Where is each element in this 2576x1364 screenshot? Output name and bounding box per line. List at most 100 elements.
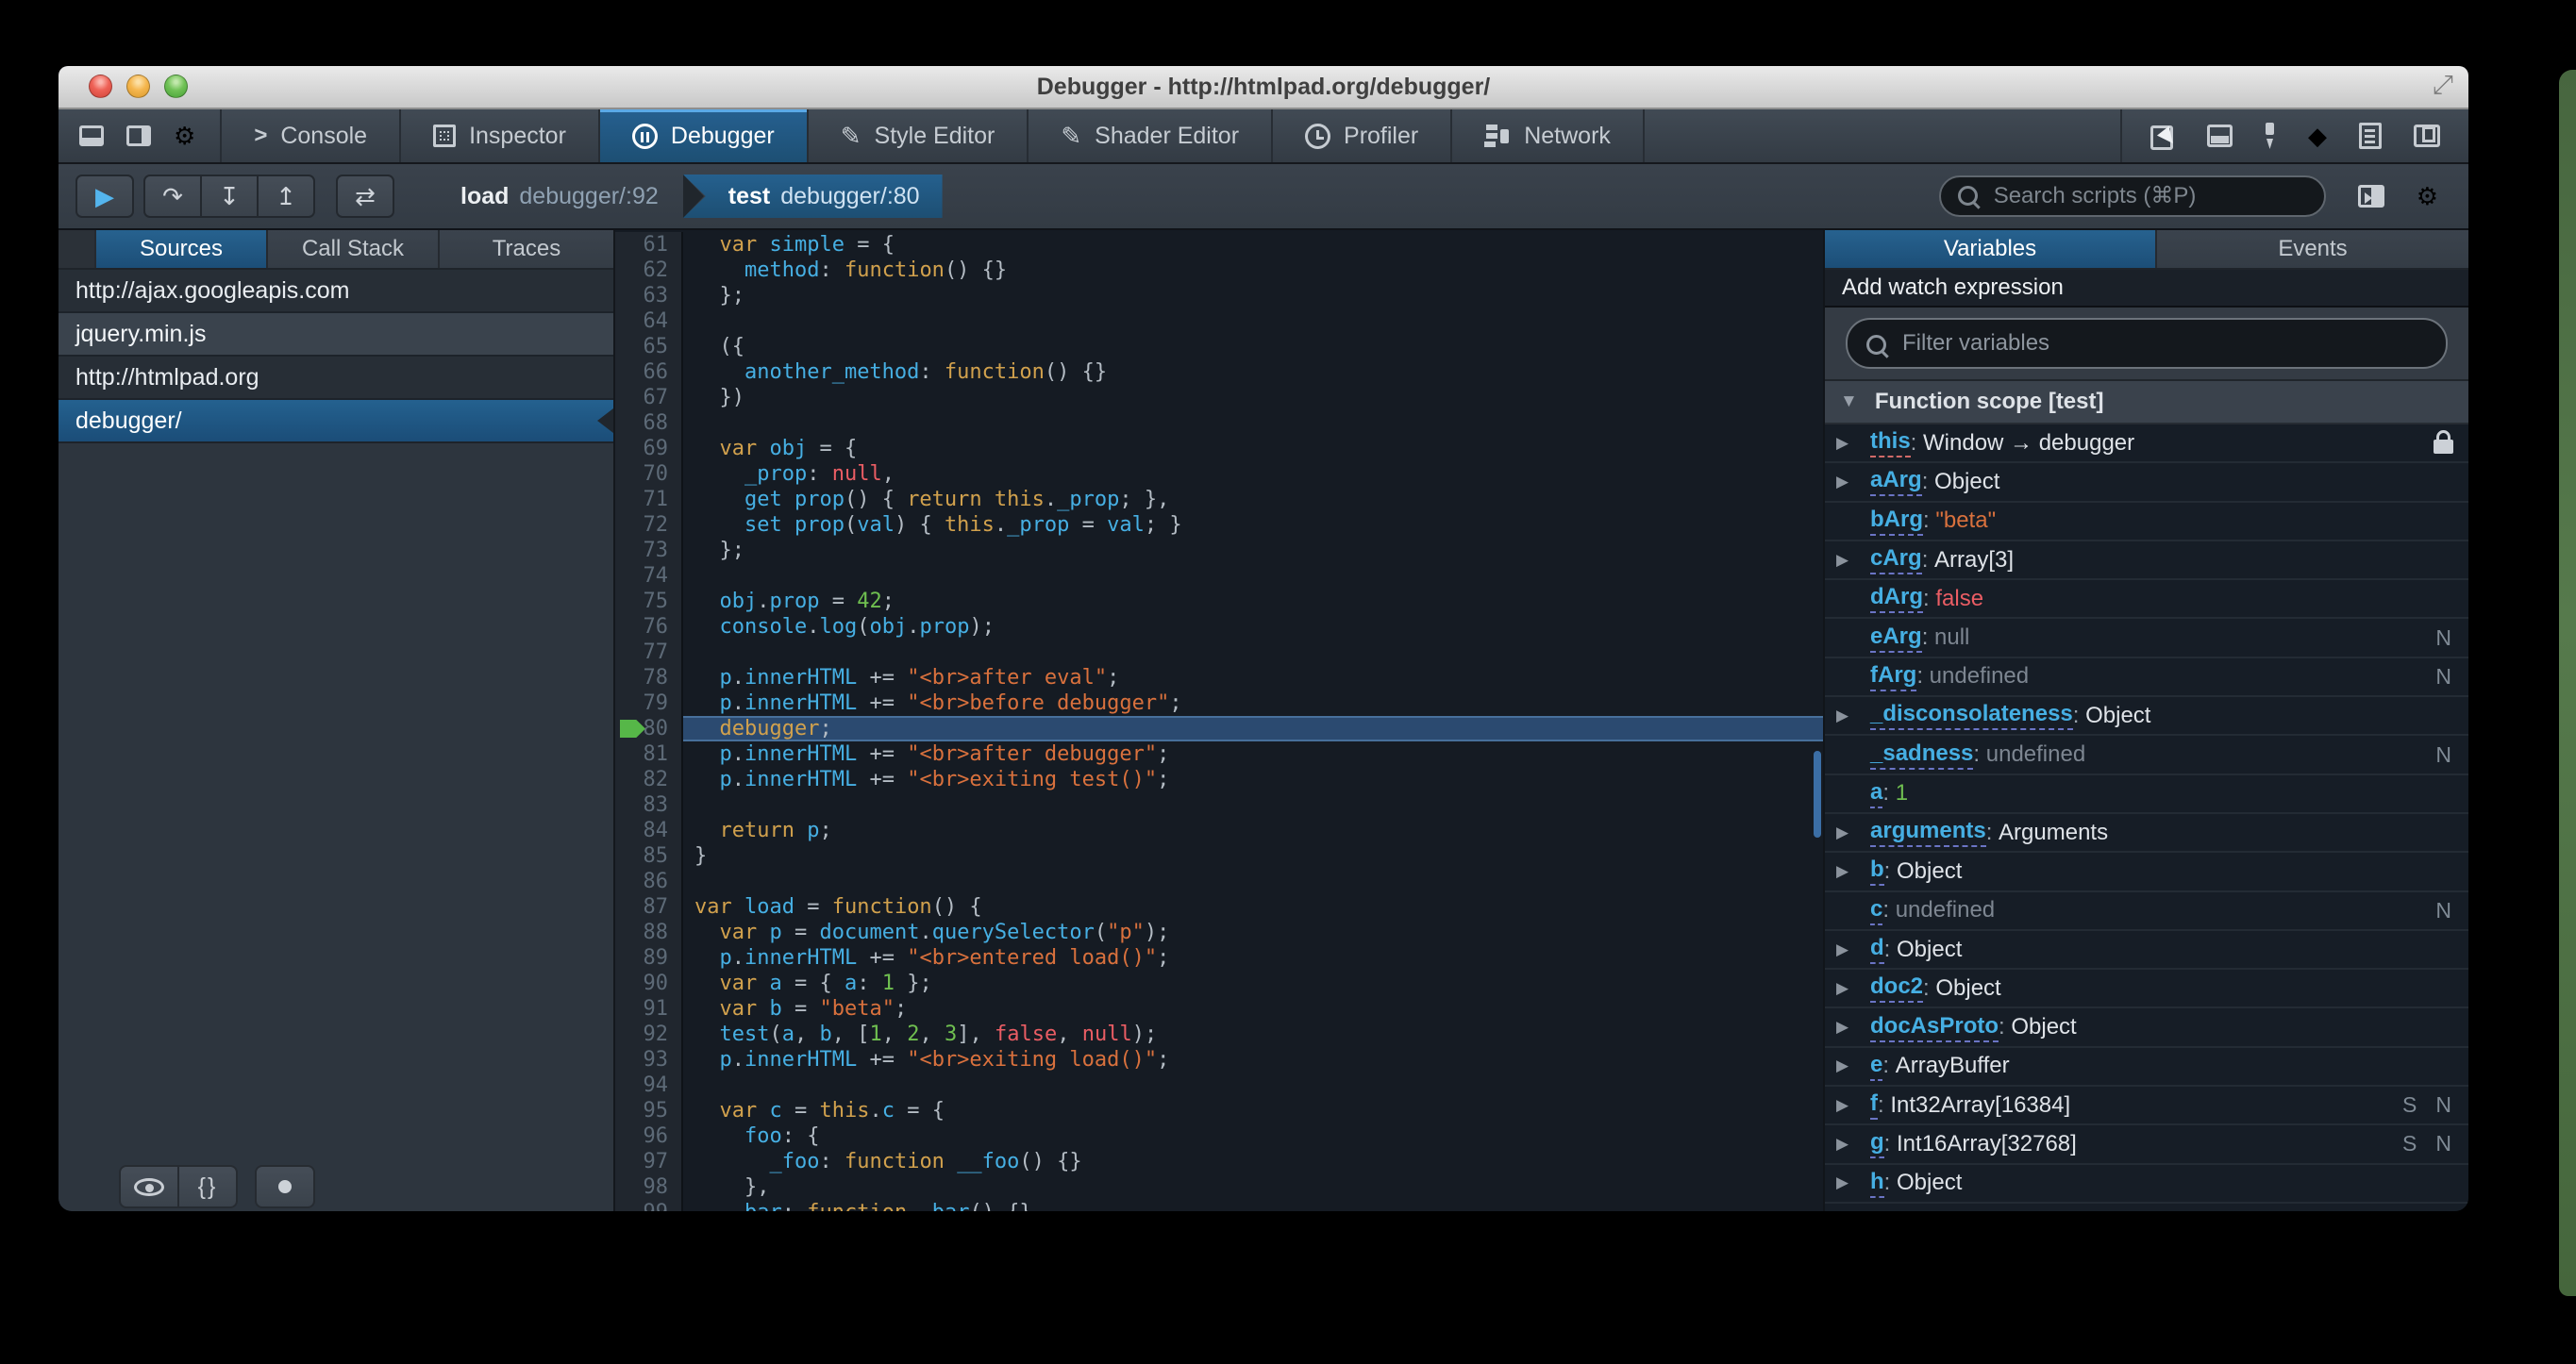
- responsive-button[interactable]: [2414, 125, 2440, 147]
- code-line-text[interactable]: [683, 640, 1823, 665]
- code-line-text[interactable]: method: function() {}: [683, 258, 1823, 283]
- code-line-text[interactable]: return p;: [683, 818, 1823, 843]
- line-number[interactable]: 82: [615, 767, 683, 792]
- code-line-text[interactable]: [683, 563, 1823, 589]
- code-line-text[interactable]: p.innerHTML += "<br>exiting load()";: [683, 1047, 1823, 1073]
- source-item-http-ajax-googleapis-com[interactable]: http://ajax.googleapis.com: [59, 270, 613, 313]
- line-number[interactable]: 72: [615, 512, 683, 538]
- variable-row-g[interactable]: ▶ g: Int16Array[32768] S N: [1825, 1125, 2468, 1165]
- variable-row-darg[interactable]: ▶dArg: false: [1825, 580, 2468, 620]
- variable-row-d[interactable]: ▶ d: Object: [1825, 931, 2468, 971]
- code-line-text[interactable]: [683, 869, 1823, 894]
- line-number[interactable]: 62: [615, 258, 683, 283]
- code-line-text[interactable]: [683, 1073, 1823, 1098]
- step-out-button[interactable]: ↥: [257, 175, 315, 218]
- breadcrumb-test[interactable]: test debugger/:80: [682, 175, 943, 218]
- code-line-text[interactable]: set prop(val) { this._prop = val; }: [683, 512, 1823, 538]
- variable-row-a[interactable]: ▶a: 1: [1825, 775, 2468, 814]
- variable-row-this[interactable]: ▶ this: Window → debugger: [1825, 424, 2468, 464]
- code-line-text[interactable]: debugger;: [683, 716, 1823, 741]
- code-line-text[interactable]: [683, 792, 1823, 818]
- line-number[interactable]: 80: [615, 716, 683, 741]
- variable-row-carg[interactable]: ▶ cArg: Array[3]: [1825, 541, 2468, 581]
- line-number[interactable]: 73: [615, 538, 683, 563]
- variable-row-e[interactable]: ▶ e: ArrayBuffer: [1825, 1048, 2468, 1088]
- dock-bottom-button[interactable]: [79, 125, 104, 146]
- line-number[interactable]: 91: [615, 996, 683, 1022]
- variable-row-sadness[interactable]: ▶_sadness: undefinedN: [1825, 736, 2468, 775]
- line-number[interactable]: 69: [615, 436, 683, 461]
- expand-arrow-icon[interactable]: ▶: [1836, 551, 1870, 570]
- code-line-text[interactable]: var p = document.querySelector("p");: [683, 920, 1823, 945]
- tab-variables[interactable]: Variables: [1825, 230, 2157, 268]
- line-number[interactable]: 95: [615, 1098, 683, 1123]
- line-number[interactable]: 78: [615, 665, 683, 690]
- expand-arrow-icon[interactable]: ▶: [1836, 862, 1870, 881]
- code-line-text[interactable]: }): [683, 385, 1823, 410]
- source-item-http-htmlpad-org[interactable]: http://htmlpad.org: [59, 357, 613, 400]
- blackbox-button[interactable]: ⇄: [336, 175, 394, 218]
- line-number[interactable]: 61: [615, 232, 683, 258]
- line-number[interactable]: 68: [615, 410, 683, 436]
- line-number[interactable]: 96: [615, 1123, 683, 1149]
- code-line-text[interactable]: };: [683, 538, 1823, 563]
- line-number[interactable]: 79: [615, 690, 683, 716]
- code-line-text[interactable]: _prop: null,: [683, 461, 1823, 487]
- braces-button[interactable]: {}: [177, 1165, 238, 1208]
- line-number[interactable]: 66: [615, 359, 683, 385]
- expand-arrow-icon[interactable]: ▶: [1836, 1096, 1870, 1115]
- expand-arrow-icon[interactable]: ▶: [1836, 473, 1870, 491]
- line-number[interactable]: 67: [615, 385, 683, 410]
- code-line-text[interactable]: var load = function() {: [683, 894, 1823, 920]
- search-scripts-input[interactable]: [1938, 175, 2326, 217]
- add-watch-expression[interactable]: Add watch expression: [1825, 270, 2468, 308]
- line-number[interactable]: 98: [615, 1174, 683, 1200]
- expand-arrow-icon[interactable]: ▶: [1836, 1173, 1870, 1192]
- code-line-text[interactable]: var a = { a: 1 };: [683, 971, 1823, 996]
- variable-row-farg[interactable]: ▶fArg: undefinedN: [1825, 658, 2468, 698]
- variable-row-disconsolateness[interactable]: ▶ _disconsolateness: Object: [1825, 697, 2468, 737]
- line-number[interactable]: 64: [615, 308, 683, 334]
- line-number[interactable]: 94: [615, 1073, 683, 1098]
- source-item-debugger[interactable]: debugger/: [59, 400, 613, 443]
- tab-debugger[interactable]: Debugger: [599, 109, 809, 162]
- line-number[interactable]: 83: [615, 792, 683, 818]
- code-line-text[interactable]: bar: function _bar() {},: [683, 1200, 1823, 1211]
- line-number[interactable]: 65: [615, 334, 683, 359]
- variable-row-b[interactable]: ▶ b: Object: [1825, 853, 2468, 892]
- expand-arrow-icon[interactable]: ▶: [1836, 707, 1870, 725]
- line-number[interactable]: 90: [615, 971, 683, 996]
- variable-row-earg[interactable]: ▶eArg: nullN: [1825, 619, 2468, 658]
- expand-arrow-icon[interactable]: ▶: [1836, 823, 1870, 842]
- line-number[interactable]: 89: [615, 945, 683, 971]
- variable-row-f[interactable]: ▶ f: Int32Array[16384] S N: [1825, 1087, 2468, 1126]
- scratchpad-button[interactable]: [2359, 123, 2382, 149]
- line-number[interactable]: 81: [615, 741, 683, 767]
- variable-row-docasproto[interactable]: ▶ docAsProto: Object: [1825, 1008, 2468, 1048]
- code-line-text[interactable]: p.innerHTML += "<br>entered load()";: [683, 945, 1823, 971]
- variable-row-doc2[interactable]: ▶ doc2: Object: [1825, 970, 2468, 1009]
- tab-sources[interactable]: Sources: [96, 230, 268, 268]
- tab-profiler[interactable]: Profiler: [1273, 109, 1453, 162]
- tab-traces[interactable]: Traces: [440, 230, 613, 268]
- line-number[interactable]: 71: [615, 487, 683, 512]
- tab-console[interactable]: > Console: [222, 109, 402, 162]
- expand-arrow-icon[interactable]: ▶: [1836, 1018, 1870, 1037]
- line-number[interactable]: 92: [615, 1022, 683, 1047]
- code-line-text[interactable]: var c = this.c = {: [683, 1098, 1823, 1123]
- expand-arrow-icon[interactable]: ▶: [1836, 434, 1870, 453]
- line-number[interactable]: 76: [615, 614, 683, 640]
- expand-arrow-icon[interactable]: ▶: [1836, 979, 1870, 998]
- code-line-text[interactable]: p.innerHTML += "<br>after eval";: [683, 665, 1823, 690]
- variable-row-c[interactable]: ▶c: undefinedN: [1825, 892, 2468, 931]
- tab-events[interactable]: Events: [2157, 230, 2468, 268]
- expand-arrow-icon[interactable]: ▶: [1836, 1135, 1870, 1154]
- line-number[interactable]: 87: [615, 894, 683, 920]
- editor-scrollbar-thumb[interactable]: [1814, 751, 1821, 838]
- code-line-text[interactable]: var b = "beta";: [683, 996, 1823, 1022]
- step-in-button[interactable]: ↧: [200, 175, 259, 218]
- expand-panes-button[interactable]: [2357, 185, 2384, 208]
- line-number[interactable]: 97: [615, 1149, 683, 1174]
- gear-button[interactable]: ⚙: [174, 124, 195, 148]
- line-number[interactable]: 63: [615, 283, 683, 308]
